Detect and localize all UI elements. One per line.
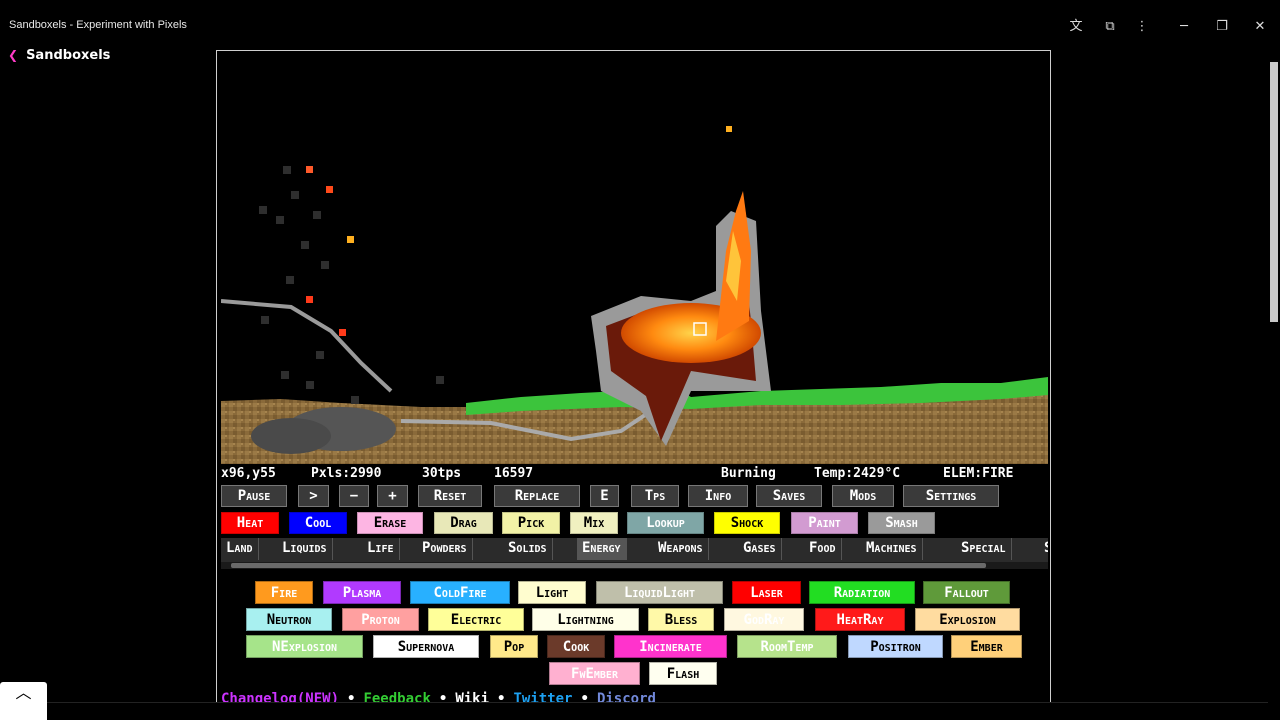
cool-tool-button[interactable]: Cool (289, 512, 347, 534)
decrease-size-button[interactable]: − (339, 485, 369, 507)
reset-button[interactable]: Reset (418, 485, 482, 507)
element-button-radiation[interactable]: Radiation (809, 581, 915, 604)
tab-solids[interactable]: Solids (503, 538, 553, 560)
game-frame: x96,y55 Pxls:2990 30tps 16597 Burning Te… (216, 50, 1051, 720)
element-button-coldfire[interactable]: ColdFire (410, 581, 510, 604)
tab-land[interactable]: Land (221, 538, 259, 560)
expand-panel-button[interactable]: ︿ (0, 682, 47, 720)
chevron-up-icon: ︿ (15, 683, 32, 702)
chevron-left-icon: ❮ (8, 48, 19, 62)
element-button-lightning[interactable]: Lightning (532, 608, 639, 631)
cursor-coords: x96,y55 (221, 466, 276, 481)
window-titlebar: Sandboxels - Experiment with Pixels 文 ⧉ … (0, 0, 1280, 52)
element-button-proton[interactable]: Proton (342, 608, 419, 631)
game-canvas[interactable] (221, 51, 1048, 464)
category-tabs: Land Liquids Life Powders Solids Energy … (221, 538, 1048, 562)
element-button-laser[interactable]: Laser (732, 581, 801, 604)
pause-button[interactable]: Pause (221, 485, 287, 507)
tab-powders[interactable]: Powders (417, 538, 473, 560)
pick-tool-button[interactable]: Pick (502, 512, 560, 534)
saves-button[interactable]: Saves (756, 485, 822, 507)
replace-button[interactable]: Replace (494, 485, 580, 507)
scrollbar-thumb[interactable] (231, 563, 986, 568)
pixel-count: Pxls:2990 (311, 466, 382, 481)
element-button-fallout[interactable]: Fallout (923, 581, 1010, 604)
tab-life[interactable]: Life (362, 538, 400, 560)
category-scrollbar[interactable] (221, 562, 1048, 569)
lookup-tool-button[interactable]: Lookup (627, 512, 704, 534)
page-scrollbar[interactable] (1268, 36, 1280, 720)
element-button-neutron[interactable]: Neutron (246, 608, 332, 631)
element-button-pop[interactable]: Pop (490, 635, 538, 658)
back-link[interactable]: ❮ Sandboxels (8, 48, 110, 63)
mix-tool-button[interactable]: Mix (570, 512, 618, 534)
info-button[interactable]: Info (688, 485, 748, 507)
pixel-state: Burning (721, 466, 776, 481)
tps-readout: 30tps (422, 466, 462, 481)
app-name: Sandboxels (26, 48, 111, 63)
erase-tool-button[interactable]: Erase (357, 512, 423, 534)
extensions-icon[interactable]: ⧉ (1099, 16, 1121, 38)
temperature-readout: Temp:2429°C (814, 466, 901, 481)
tab-special[interactable]: Special (956, 538, 1012, 560)
increase-size-button[interactable]: + (377, 485, 408, 507)
scrollbar-thumb[interactable] (1270, 62, 1278, 322)
window-title: Sandboxels - Experiment with Pixels (9, 19, 187, 31)
element-button-plasma[interactable]: Plasma (323, 581, 401, 604)
e-button[interactable]: E (590, 485, 619, 507)
element-button-incinerate[interactable]: Incinerate (614, 635, 727, 658)
more-icon[interactable]: ⋮ (1131, 16, 1153, 38)
close-icon[interactable]: ✕ (1249, 16, 1271, 38)
smash-tool-button[interactable]: Smash (868, 512, 935, 534)
element-button-fwember[interactable]: FwEmber (549, 662, 640, 685)
element-button-cook[interactable]: Cook (547, 635, 605, 658)
shock-tool-button[interactable]: Shock (714, 512, 780, 534)
tab-overflow[interactable]: S (1039, 538, 1048, 560)
sandbox-scene (221, 126, 1048, 464)
tick-count: 16597 (494, 466, 534, 481)
element-button-explosion[interactable]: Explosion (915, 608, 1020, 631)
tab-machines[interactable]: Machines (861, 538, 923, 560)
element-button-electric[interactable]: Electric (428, 608, 524, 631)
tab-liquids[interactable]: Liquids (277, 538, 333, 560)
element-button-godray[interactable]: GodRay (724, 608, 804, 631)
settings-button[interactable]: Settings (903, 485, 999, 507)
status-line: x96,y55 Pxls:2990 30tps 16597 Burning Te… (221, 465, 1048, 483)
paint-tool-button[interactable]: Paint (791, 512, 858, 534)
element-button-heatray[interactable]: HeatRay (815, 608, 905, 631)
element-button-nexplosion[interactable]: NExplosion (246, 635, 363, 658)
element-button-light[interactable]: Light (518, 581, 586, 604)
translate-icon[interactable]: 文 (1065, 16, 1087, 38)
element-button-bless[interactable]: Bless (648, 608, 714, 631)
tab-gases[interactable]: Gases (738, 538, 782, 560)
element-button-supernova[interactable]: Supernova (373, 635, 479, 658)
tab-weapons[interactable]: Weapons (653, 538, 709, 560)
minimize-icon[interactable]: ─ (1173, 16, 1195, 38)
element-button-liquidlight[interactable]: LiquidLight (596, 581, 723, 604)
element-button-positron[interactable]: Positron (848, 635, 943, 658)
drag-tool-button[interactable]: Drag (434, 512, 493, 534)
element-button-roomtemp[interactable]: RoomTemp (737, 635, 837, 658)
tab-food[interactable]: Food (804, 538, 842, 560)
tps-button[interactable]: Tps (631, 485, 679, 507)
element-button-ember[interactable]: Ember (951, 635, 1022, 658)
tab-energy[interactable]: Energy (577, 538, 627, 560)
element-button-fire[interactable]: Fire (255, 581, 313, 604)
step-button[interactable]: > (298, 485, 329, 507)
mods-button[interactable]: Mods (832, 485, 894, 507)
bottom-bar (0, 702, 1268, 720)
heat-tool-button[interactable]: Heat (221, 512, 279, 534)
restore-icon[interactable]: ❐ (1211, 16, 1233, 38)
selected-element: ELEM:FIRE (943, 466, 1014, 481)
element-button-flash[interactable]: Flash (649, 662, 717, 685)
